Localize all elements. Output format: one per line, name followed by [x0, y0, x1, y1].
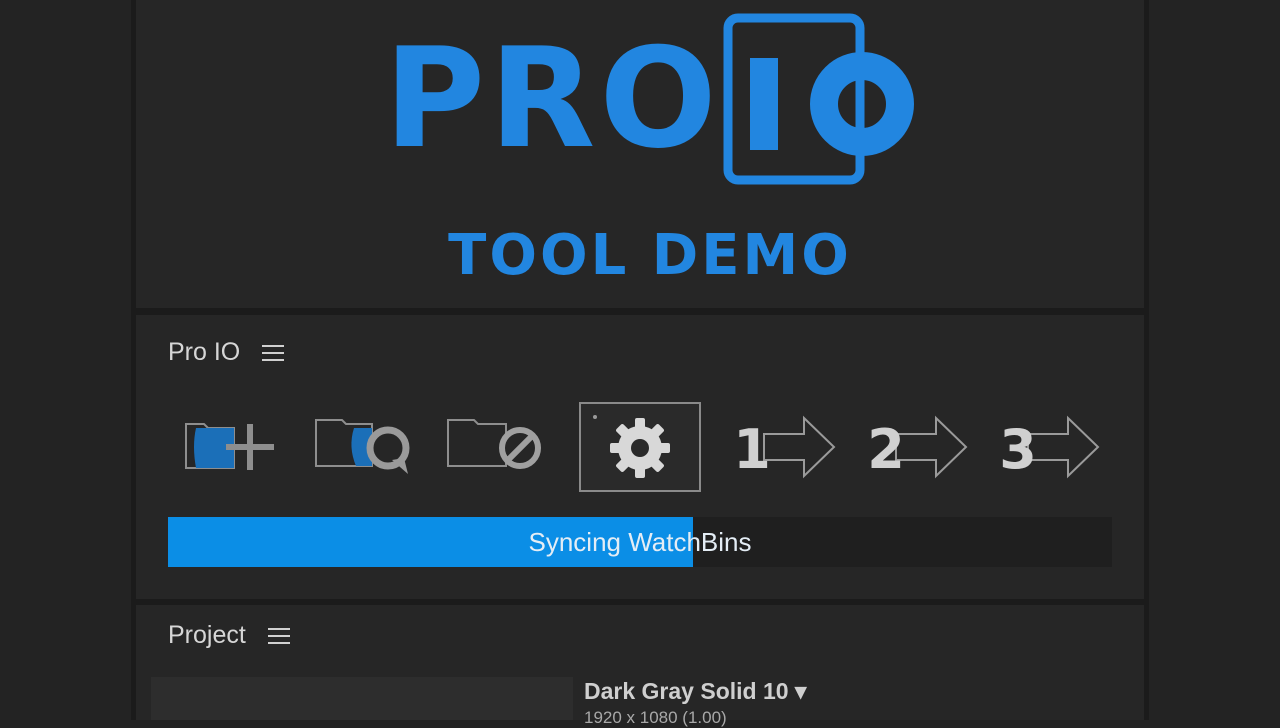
arrow-right-icon: 1 [734, 415, 836, 481]
asset-dimensions: 1920 x 1080 (1.00) [584, 708, 727, 727]
folder-block-icon [447, 419, 541, 469]
preset-2-label: 2 [867, 418, 905, 481]
logo-io-mark: IO [723, 13, 914, 185]
refresh-watchbin-button[interactable] [310, 402, 420, 492]
folder-plus-icon [185, 423, 274, 470]
asset-thumbnail[interactable] [151, 677, 573, 720]
proio-panel-header: Pro IO [168, 338, 285, 367]
sync-progress-label: Syncing WatchBins [528, 527, 752, 557]
hamburger-menu-icon[interactable] [262, 344, 285, 362]
logo-subtitle: TOOL DEMO [448, 223, 852, 288]
gear-icon [593, 415, 670, 478]
logo-pro-text: PRO [384, 18, 721, 179]
arrow-right-icon: 3 [999, 415, 1100, 481]
add-watchbin-button[interactable] [180, 402, 280, 492]
asset-name[interactable]: Dark Gray Solid 10 ▾ [584, 678, 806, 705]
preset-2-button[interactable]: 2 [866, 402, 970, 492]
hamburger-menu-icon[interactable] [267, 627, 290, 645]
preset-1-label: 1 [734, 418, 771, 481]
project-panel-title: Project [168, 621, 246, 649]
preset-1-button[interactable]: 1 [734, 402, 838, 492]
folder-refresh-icon [315, 419, 410, 474]
sync-progress-bar: Syncing WatchBins [168, 517, 1112, 567]
proio-panel-title: Pro IO [168, 338, 241, 366]
preset-3-button[interactable]: 3 [998, 402, 1102, 492]
disable-watchbin-button[interactable] [444, 402, 548, 492]
project-panel-header: Project [168, 621, 290, 650]
settings-button[interactable] [579, 402, 701, 492]
preset-3-label: 3 [999, 418, 1037, 481]
arrow-right-icon: 2 [867, 415, 968, 481]
